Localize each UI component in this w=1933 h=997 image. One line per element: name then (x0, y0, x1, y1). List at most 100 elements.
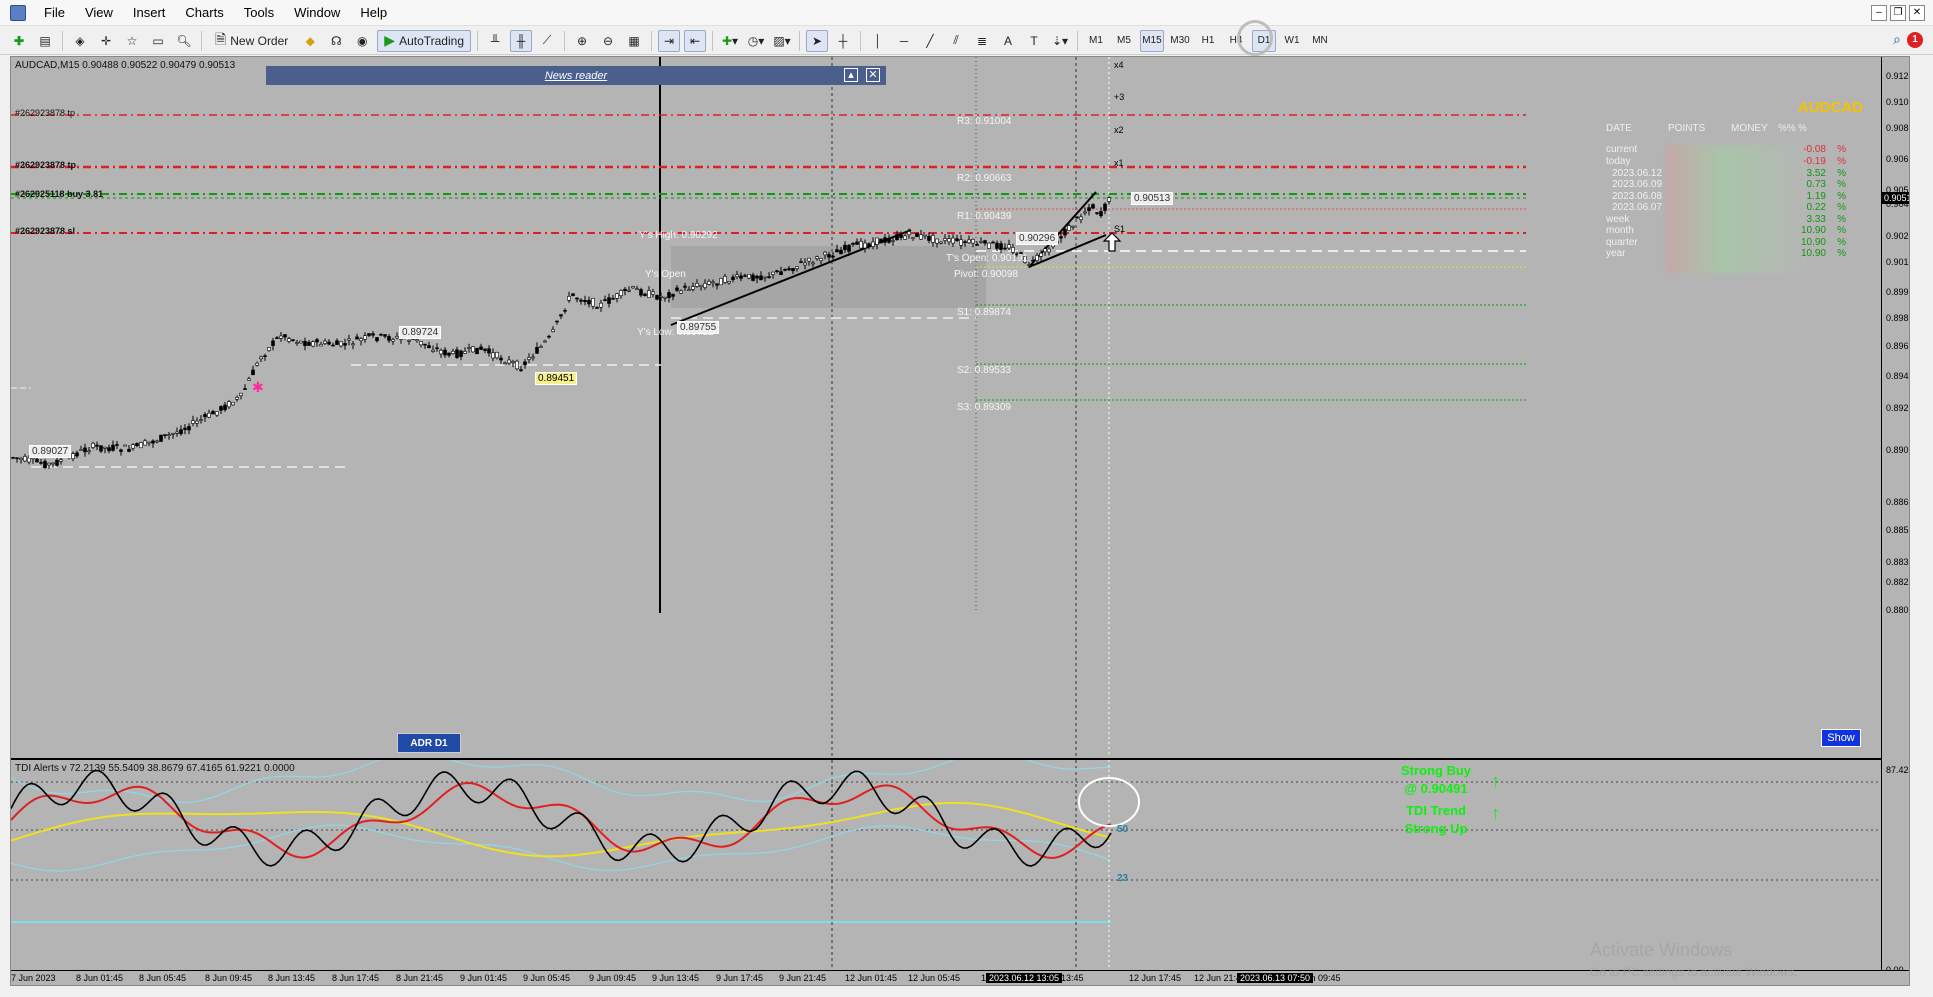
price-candles (11, 196, 1111, 469)
market-watch-icon[interactable]: ◈ (69, 30, 91, 52)
menu-help[interactable]: Help (350, 0, 397, 26)
crosshair-icon[interactable]: ┼ (832, 30, 854, 52)
candle-body (659, 296, 663, 298)
zoom-in-icon[interactable]: ⊕ (571, 30, 593, 52)
main-chart[interactable]: ✱ AUDCAD,M15 0.90488 0.90522 0.90479 0.9… (11, 57, 1881, 757)
candle-body (59, 459, 63, 462)
search-icon[interactable]: ⌕ (1893, 31, 1901, 48)
text-icon[interactable]: A (997, 30, 1019, 52)
menu-view[interactable]: View (75, 0, 123, 26)
candle-body (599, 302, 603, 308)
metaeditor-icon[interactable]: ◆ (299, 30, 321, 52)
menu-insert[interactable]: Insert (123, 0, 176, 26)
show-button[interactable]: Show (1821, 729, 1861, 747)
candle-body (23, 456, 27, 462)
candle-body (1003, 247, 1007, 250)
candle-body (919, 234, 923, 240)
new-chart-icon[interactable]: ✚ (8, 30, 30, 52)
close-icon[interactable]: ✕ (866, 68, 880, 82)
candle-body (871, 241, 875, 247)
tp-mark: x2 (1114, 125, 1124, 135)
candle-body (1031, 259, 1035, 262)
candle-body (163, 434, 167, 436)
price-box-label: 0.89755 (677, 321, 720, 334)
news-reader-bar[interactable]: News reader ▴ ✕ (266, 66, 886, 85)
candle-body (635, 288, 639, 291)
timeframe-h1[interactable]: H1 (1196, 30, 1220, 52)
candle-body (783, 269, 787, 271)
autoscroll-icon[interactable]: ⇥ (658, 29, 680, 52)
periods-icon[interactable]: ◷▾ (745, 30, 767, 52)
strategy-tester-icon[interactable]: 🔍︎ (173, 30, 195, 52)
candlestick-icon[interactable]: ╫ (510, 29, 532, 52)
candle-body (671, 294, 675, 297)
stats-header-money: MONEY (1731, 123, 1768, 134)
candle-body (1107, 197, 1111, 202)
channel-icon[interactable]: ⫽ (945, 30, 967, 52)
stats-row-percent-sign: % (1837, 214, 1846, 225)
y-open-label: Y's Open (645, 269, 686, 280)
chart-shift-icon[interactable]: ⇤ (684, 29, 706, 52)
timeframe-h4[interactable]: H4 (1224, 30, 1248, 52)
horizontal-line-icon[interactable]: ─ (893, 30, 915, 52)
price-box-label: 0.89027 (29, 445, 72, 458)
candle-body (535, 346, 539, 354)
autotrading-button[interactable]: ▶ AutoTrading (377, 29, 471, 52)
zoom-out-icon[interactable]: ⊖ (597, 30, 619, 52)
candle-body (1099, 211, 1103, 217)
candle-body (295, 342, 299, 344)
timeframe-m30[interactable]: M30 (1168, 30, 1192, 52)
timeframe-mn[interactable]: MN (1308, 30, 1332, 52)
tile-windows-icon[interactable]: ▦ (623, 30, 645, 52)
text-label-icon[interactable]: T (1023, 30, 1045, 52)
bar-chart-icon[interactable]: ╨ (484, 30, 506, 52)
menu-tools[interactable]: Tools (234, 0, 284, 26)
cursor-icon[interactable]: ➤ (806, 29, 828, 52)
timeframe-m5[interactable]: M5 (1112, 30, 1136, 52)
candle-body (215, 411, 219, 416)
menu-window[interactable]: Window (284, 0, 350, 26)
navigator-icon[interactable]: ☆ (121, 30, 143, 52)
close-icon[interactable]: ✕ (1909, 5, 1925, 21)
adr-d1-button[interactable]: ADR D1 (397, 733, 461, 753)
vertical-line-icon[interactable]: │ (867, 30, 889, 52)
timeframe-d1[interactable]: D1 (1252, 29, 1276, 52)
trendline-icon[interactable]: ╱ (919, 30, 941, 52)
menu-charts[interactable]: Charts (175, 0, 233, 26)
news-reader-label[interactable]: News reader (545, 70, 607, 82)
terminal-icon[interactable]: ▭ (147, 30, 169, 52)
stats-row-percent-sign: % (1837, 179, 1846, 190)
experts-icon[interactable]: ☊ (325, 30, 347, 52)
candle-body (563, 310, 567, 312)
stats-header-pct: % (1798, 123, 1807, 134)
arrows-icon[interactable]: ⇣▾ (1049, 30, 1071, 52)
candle-body (415, 339, 419, 342)
profiles-icon[interactable]: ▤ (34, 30, 56, 52)
chart-title: AUDCAD,M15 0.90488 0.90522 0.90479 0.905… (15, 60, 236, 71)
notification-badge[interactable]: 1 (1907, 31, 1923, 48)
candle-body (691, 286, 695, 290)
timeframe-m1[interactable]: M1 (1084, 30, 1108, 52)
candle-body (1063, 229, 1067, 236)
tdi-indicator-pane[interactable]: TDI Alerts v 72.2139 55.5409 38.8679 67.… (11, 758, 1881, 970)
timeframe-m15[interactable]: M15 (1140, 29, 1164, 52)
candle-body (327, 341, 331, 345)
minimize-icon[interactable]: – (1871, 5, 1887, 21)
crosshair-nav-icon[interactable]: ✛ (95, 30, 117, 52)
candle-body (87, 450, 91, 453)
new-order-button[interactable]: 🗎 New Order (208, 30, 295, 52)
timeframe-w1[interactable]: W1 (1280, 30, 1304, 52)
candle-body (899, 233, 903, 238)
indicators-icon[interactable]: ✚ ▾ (719, 30, 741, 52)
line-chart-icon[interactable]: ⟋ (536, 30, 558, 52)
price-axis[interactable]: 0.912450.910510.908500.906500.905130.904… (1881, 57, 1909, 975)
menu-file[interactable]: File (34, 0, 75, 26)
restore-icon[interactable]: ❐ (1890, 5, 1906, 21)
price-axis-tick: 0.91051 (1886, 97, 1909, 107)
fibonacci-icon[interactable]: ≣ (971, 30, 993, 52)
templates-icon[interactable]: ▨▾ (771, 30, 793, 52)
signals-icon[interactable]: ◉ (351, 30, 373, 52)
arrow-up-icon: ↑ (1491, 803, 1500, 823)
candle-body (463, 351, 467, 354)
collapse-icon[interactable]: ▴ (844, 68, 858, 82)
